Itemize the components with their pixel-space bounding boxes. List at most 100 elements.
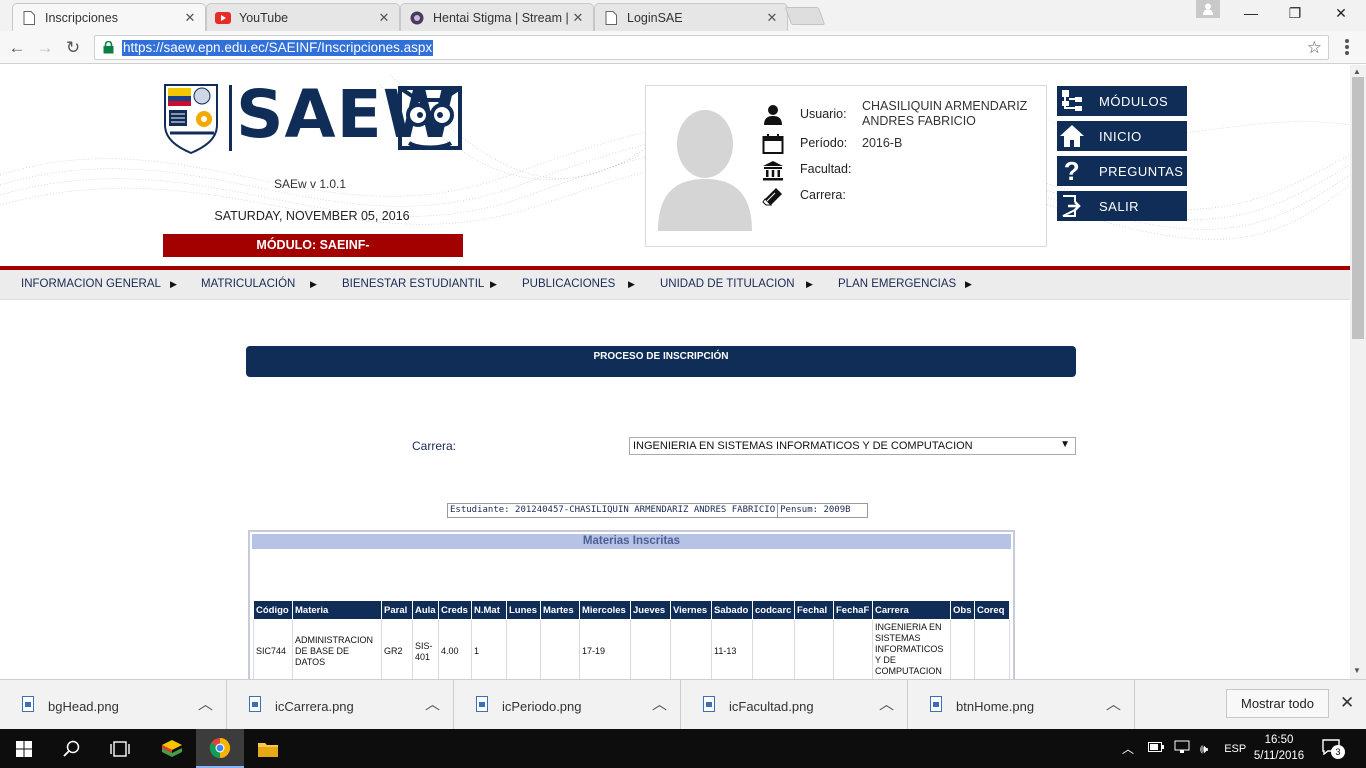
clock-date: 5/11/2016 bbox=[1253, 750, 1305, 762]
download-item[interactable]: icCarrera.png ︿ bbox=[227, 680, 454, 730]
inicio-button[interactable]: INICIO bbox=[1057, 121, 1187, 151]
url-text[interactable]: https://saew.epn.edu.ec/SAEINF/Inscripci… bbox=[122, 40, 434, 56]
scroll-down-icon[interactable]: ▼ bbox=[1353, 666, 1361, 675]
cell-martes bbox=[540, 619, 580, 679]
chevron-up-icon[interactable]: ︿ bbox=[879, 693, 894, 714]
forward-icon[interactable]: → bbox=[34, 37, 56, 59]
task-view-icon[interactable] bbox=[96, 729, 144, 768]
download-item[interactable]: btnHome.png ︿ bbox=[908, 680, 1135, 730]
show-all-downloads-button[interactable]: Mostrar todo bbox=[1226, 689, 1329, 718]
language-indicator[interactable]: ESP bbox=[1224, 743, 1246, 755]
image-file-icon bbox=[249, 696, 261, 712]
chevron-up-icon[interactable]: ︿ bbox=[425, 693, 440, 714]
notifications-icon[interactable]: 3 bbox=[1322, 739, 1350, 759]
col-creds: Creds bbox=[438, 600, 472, 620]
owl-icon bbox=[397, 85, 463, 158]
chevron-up-icon[interactable]: ︿ bbox=[1106, 693, 1121, 714]
lock-icon bbox=[103, 40, 114, 59]
system-clock[interactable]: 16:50 5/11/2016 bbox=[1248, 732, 1310, 764]
network-icon[interactable] bbox=[1174, 740, 1190, 757]
profile-icon[interactable] bbox=[1196, 0, 1220, 18]
cell-miercoles: 17-19 bbox=[579, 619, 631, 679]
menu-unidad-titulacion[interactable]: UNIDAD DE TITULACION bbox=[660, 278, 795, 290]
browser-toolbar: ← → ↻ https://saew.epn.edu.ec/SAEINF/Ins… bbox=[0, 31, 1366, 64]
close-shelf-icon[interactable]: ✕ bbox=[1340, 693, 1354, 713]
cell-materia: ADMINISTRACION DE BASE DE DATOS bbox=[292, 619, 382, 679]
carrera-label: Carrera: bbox=[800, 188, 846, 202]
download-item[interactable]: icFacultad.png ︿ bbox=[681, 680, 908, 730]
carrera-select-value: INGENIERIA EN SISTEMAS INFORMATICOS Y DE… bbox=[633, 440, 973, 452]
col-nmat: N.Mat bbox=[471, 600, 507, 620]
browser-menu-icon[interactable] bbox=[1345, 39, 1351, 57]
download-item[interactable]: bgHead.png ︿ bbox=[0, 680, 227, 730]
estudiante-text: Estudiante: 201240457-CHASILIQUIN ARMEND… bbox=[450, 505, 776, 515]
windows-taskbar: ︿ 🕪 ESP 16:50 5/11/2016 3 bbox=[0, 729, 1366, 768]
cell-viernes bbox=[670, 619, 712, 679]
col-fechaf: FechaF bbox=[833, 600, 873, 620]
dropdown-arrow-icon: ▼ bbox=[1060, 439, 1070, 450]
cell-coreq bbox=[974, 619, 1010, 679]
minimize-icon[interactable]: — bbox=[1236, 3, 1266, 23]
menu-bienestar-estudiantil[interactable]: BIENESTAR ESTUDIANTIL bbox=[342, 278, 484, 290]
carrera-select[interactable]: INGENIERIA EN SISTEMAS INFORMATICOS Y DE… bbox=[629, 437, 1076, 455]
back-icon[interactable]: ← bbox=[6, 37, 28, 59]
chevron-up-icon[interactable]: ︿ bbox=[198, 693, 213, 714]
col-aula: Aula bbox=[412, 600, 439, 620]
periodo-label: Período: bbox=[800, 136, 848, 150]
cell-sabado: 11-13 bbox=[711, 619, 753, 679]
periodo-value: 2016-B bbox=[862, 136, 903, 150]
file-explorer-icon[interactable] bbox=[244, 729, 292, 768]
modulos-button[interactable]: MÓDULOS bbox=[1057, 86, 1187, 116]
cell-codigo: SIC744 bbox=[253, 619, 293, 679]
cell-fechai bbox=[794, 619, 834, 679]
materias-inscritas-panel: Materias Inscritas Código Materia Paral … bbox=[248, 530, 1015, 679]
menu-arrow-icon: ▶ bbox=[806, 279, 813, 289]
restore-icon[interactable]: ❐ bbox=[1280, 3, 1310, 23]
question-icon: ? bbox=[1063, 155, 1081, 186]
download-item[interactable]: icPeriodo.png ︿ bbox=[454, 680, 681, 730]
tab-stream[interactable]: Hentai Stigma | Stream | ✕ bbox=[400, 3, 594, 31]
windows-start-icon[interactable] bbox=[0, 729, 48, 768]
menu-publicaciones[interactable]: PUBLICACIONES bbox=[522, 278, 615, 290]
col-carrera: Carrera bbox=[872, 600, 951, 620]
menu-plan-emergencias[interactable]: PLAN EMERGENCIAS bbox=[838, 278, 956, 290]
menu-arrow-icon: ▶ bbox=[170, 279, 177, 289]
search-icon[interactable] bbox=[48, 729, 96, 768]
bookmark-star-icon[interactable]: ☆ bbox=[1307, 38, 1322, 58]
battery-icon[interactable] bbox=[1148, 742, 1165, 755]
col-martes: Martes bbox=[540, 600, 580, 620]
epn-shield-icon bbox=[164, 84, 218, 155]
tab-inscripciones[interactable]: Inscripciones ✕ bbox=[12, 3, 206, 31]
address-bar[interactable]: https://saew.epn.edu.ec/SAEINF/Inscripci… bbox=[94, 35, 1329, 60]
scroll-thumb[interactable] bbox=[1352, 77, 1364, 339]
chevron-up-icon[interactable]: ︿ bbox=[1122, 740, 1134, 757]
chevron-up-icon[interactable]: ︿ bbox=[652, 693, 667, 714]
close-icon[interactable]: ✕ bbox=[571, 10, 585, 26]
col-paral: Paral bbox=[381, 600, 413, 620]
bluestacks-icon[interactable] bbox=[148, 729, 196, 768]
version-label: SAEw v 1.0.1 bbox=[273, 177, 347, 191]
cell-jueves bbox=[630, 619, 671, 679]
menu-informacion-general[interactable]: INFORMACION GENERAL bbox=[21, 278, 161, 290]
usuario-value: CHASILIQUIN ARMENDARIZ ANDRES FABRICIO bbox=[862, 99, 1028, 128]
preguntas-button[interactable]: ? PREGUNTAS bbox=[1057, 156, 1187, 186]
chrome-icon[interactable] bbox=[196, 729, 244, 768]
menu-matriculacion[interactable]: MATRICULACIÓN bbox=[201, 278, 295, 290]
tab-youtube[interactable]: YouTube ✕ bbox=[206, 3, 400, 31]
image-file-icon bbox=[476, 696, 488, 712]
new-tab-button[interactable] bbox=[784, 7, 826, 25]
stream-site-icon bbox=[409, 10, 425, 26]
image-file-icon bbox=[22, 696, 34, 712]
tab-loginsae[interactable]: LoginSAE ✕ bbox=[594, 3, 788, 31]
window-close-icon[interactable]: ✕ bbox=[1326, 3, 1356, 23]
page-scrollbar[interactable]: ▲ ▼ bbox=[1350, 65, 1366, 679]
close-icon[interactable]: ✕ bbox=[765, 10, 779, 26]
close-icon[interactable]: ✕ bbox=[377, 10, 391, 26]
carrera-select-label: Carrera: bbox=[412, 439, 457, 453]
scroll-up-icon[interactable]: ▲ bbox=[1353, 67, 1361, 76]
reload-icon[interactable]: ↻ bbox=[62, 37, 84, 59]
close-icon[interactable]: ✕ bbox=[183, 10, 197, 26]
volume-icon[interactable]: 🕪 bbox=[1200, 741, 1208, 757]
table-row: SIC744 ADMINISTRACION DE BASE DE DATOS G… bbox=[253, 619, 1010, 679]
salir-button[interactable]: SALIR bbox=[1057, 191, 1187, 221]
